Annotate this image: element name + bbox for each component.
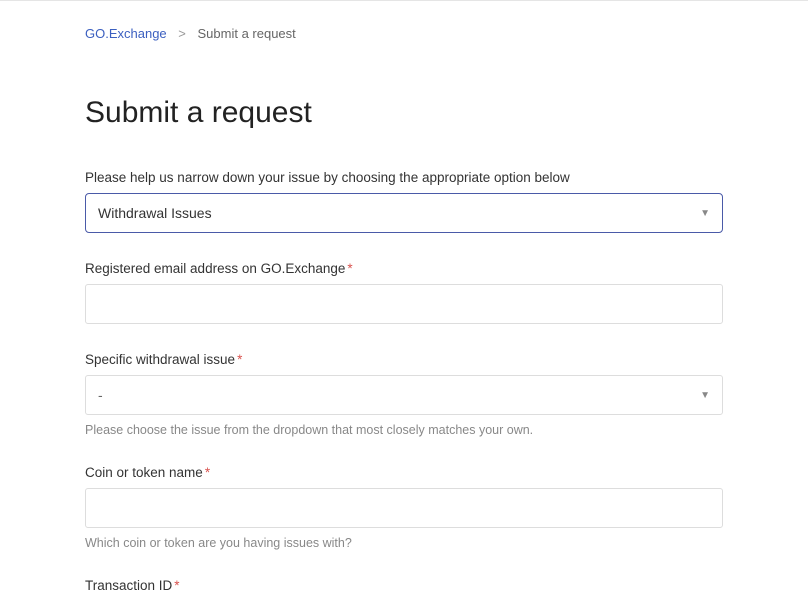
breadcrumb-current: Submit a request (198, 26, 296, 41)
coin-label: Coin or token name* (85, 465, 723, 480)
email-label: Registered email address on GO.Exchange* (85, 261, 723, 276)
txid-label-text: Transaction ID (85, 578, 172, 593)
txid-label: Transaction ID* (85, 578, 723, 593)
breadcrumb-root-link[interactable]: GO.Exchange (85, 26, 167, 41)
required-marker: * (205, 465, 210, 480)
field-specific-issue: Specific withdrawal issue* - ▼ Please ch… (85, 352, 723, 437)
specific-issue-label: Specific withdrawal issue* (85, 352, 723, 367)
specific-issue-select[interactable]: - ▼ (85, 375, 723, 415)
specific-issue-value: - (98, 387, 103, 403)
issue-type-value: Withdrawal Issues (98, 205, 212, 221)
chevron-down-icon: ▼ (700, 208, 710, 219)
coin-input[interactable] (85, 488, 723, 528)
required-marker: * (174, 578, 179, 593)
form-container: GO.Exchange > Submit a request Submit a … (0, 1, 808, 593)
required-marker: * (347, 261, 352, 276)
issue-type-select[interactable]: Withdrawal Issues ▼ (85, 193, 723, 233)
issue-type-label: Please help us narrow down your issue by… (85, 170, 723, 185)
field-coin: Coin or token name* Which coin or token … (85, 465, 723, 550)
email-label-text: Registered email address on GO.Exchange (85, 261, 345, 276)
issue-type-label-text: Please help us narrow down your issue by… (85, 170, 570, 185)
page-title: Submit a request (85, 96, 723, 130)
field-txid: Transaction ID* (85, 578, 723, 593)
specific-issue-label-text: Specific withdrawal issue (85, 352, 235, 367)
breadcrumb: GO.Exchange > Submit a request (85, 26, 723, 41)
specific-issue-hint: Please choose the issue from the dropdow… (85, 423, 723, 437)
coin-hint: Which coin or token are you having issue… (85, 536, 723, 550)
field-issue-type: Please help us narrow down your issue by… (85, 170, 723, 233)
email-input[interactable] (85, 284, 723, 324)
field-email: Registered email address on GO.Exchange* (85, 261, 723, 324)
chevron-down-icon: ▼ (700, 390, 710, 401)
breadcrumb-separator: > (178, 26, 186, 41)
coin-label-text: Coin or token name (85, 465, 203, 480)
required-marker: * (237, 352, 242, 367)
